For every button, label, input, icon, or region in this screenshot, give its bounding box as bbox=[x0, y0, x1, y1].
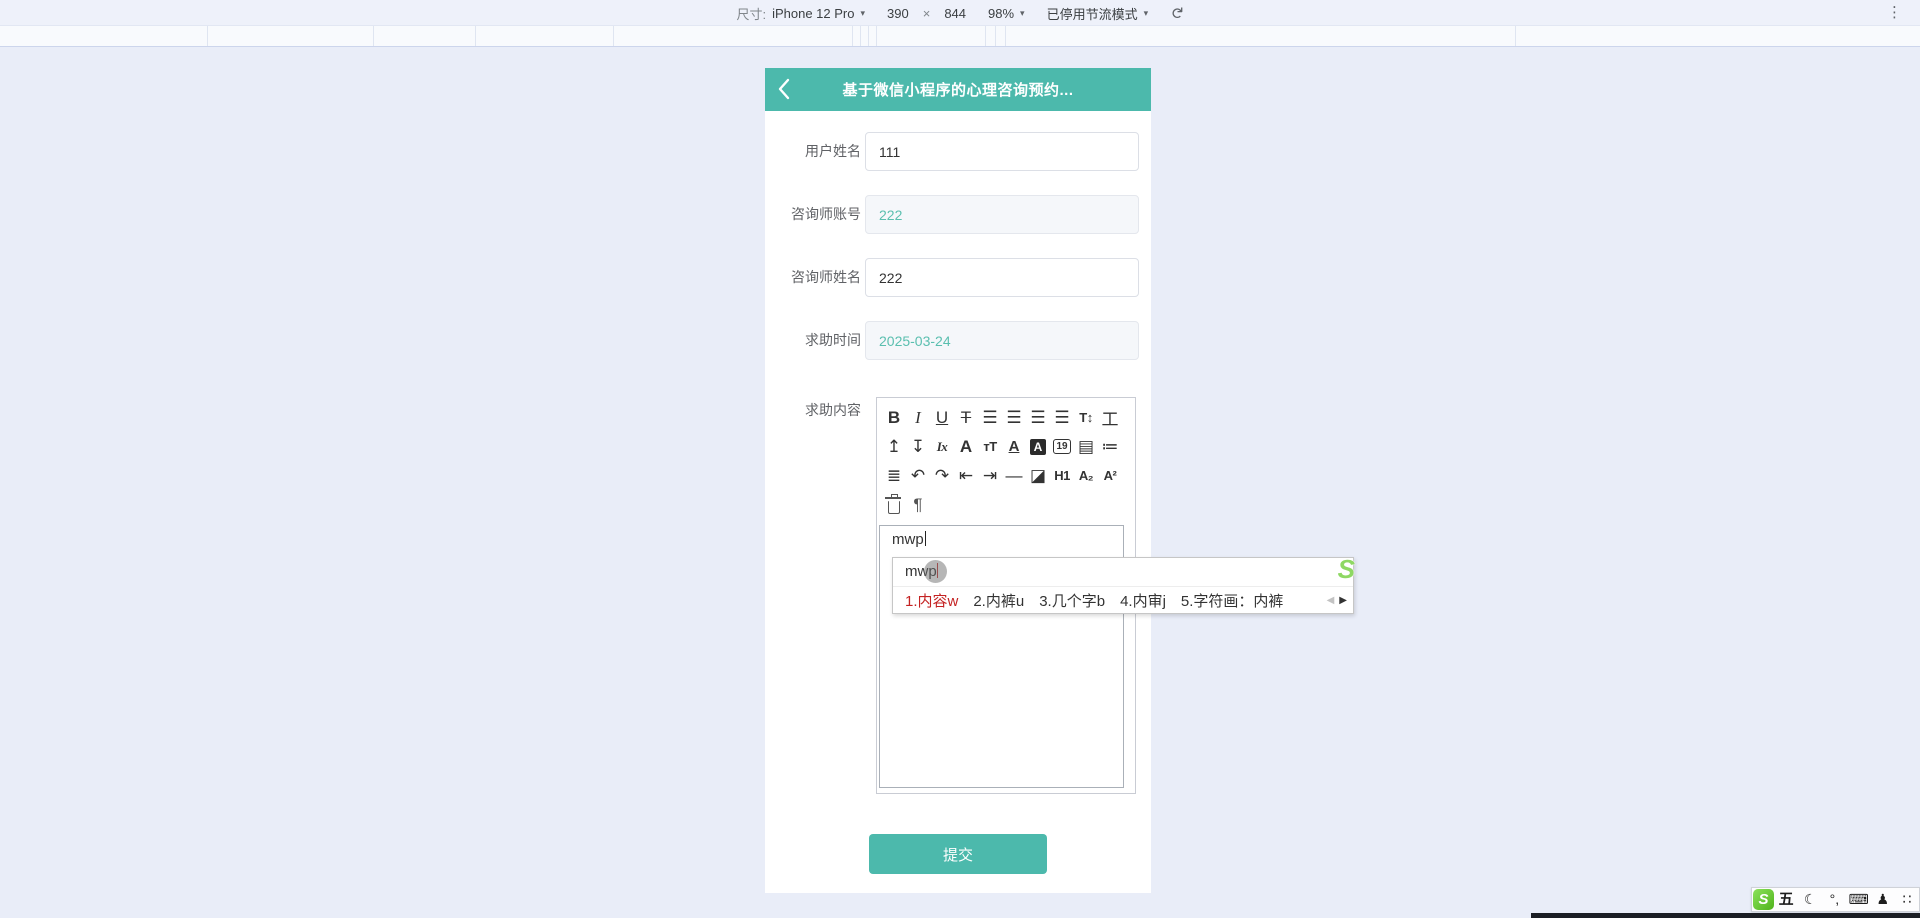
subscript-icon[interactable]: A₂ bbox=[1074, 463, 1098, 489]
font-color-icon[interactable]: A bbox=[1002, 434, 1026, 460]
outdent-icon[interactable]: ⇤ bbox=[954, 463, 978, 489]
zoom-select[interactable]: 98% ▾ bbox=[988, 6, 1025, 21]
ime-prev-page-icon[interactable]: ◀ bbox=[1327, 595, 1335, 606]
strikethrough-icon[interactable]: T bbox=[954, 405, 978, 431]
sogou-logo-icon: S bbox=[1337, 554, 1355, 584]
soft-keyboard-icon[interactable]: ⌨ bbox=[1847, 888, 1871, 911]
chevron-down-icon: ▾ bbox=[1020, 7, 1025, 18]
align-left-icon[interactable]: ☰ bbox=[978, 405, 1002, 431]
help-time-label: 求助时间 bbox=[805, 332, 861, 348]
wubi-mode-icon[interactable]: 五 bbox=[1774, 888, 1798, 911]
multiply-sign: × bbox=[922, 5, 931, 21]
punctuation-mode-icon[interactable]: °, bbox=[1822, 888, 1846, 911]
page-header: 基于微信小程序的心理咨询预约... bbox=[765, 68, 1151, 111]
chevron-down-icon: ▾ bbox=[860, 7, 866, 18]
trash-icon[interactable] bbox=[882, 492, 906, 518]
redo-icon[interactable]: ↷ bbox=[930, 463, 954, 489]
field-row-user-name: 用户姓名 bbox=[765, 132, 1151, 171]
undo-icon[interactable]: ↶ bbox=[906, 463, 930, 489]
counselor-name-label: 咨询师姓名 bbox=[791, 269, 861, 285]
devtools-device-toolbar: 尺寸: iPhone 12 Pro ▾ 390 × 844 98% ▾ 已停用节… bbox=[0, 0, 1920, 26]
chevron-down-icon: ▾ bbox=[1143, 7, 1149, 18]
size-label: 尺寸: bbox=[736, 6, 767, 22]
horizontal-rule-icon[interactable]: — bbox=[1002, 463, 1026, 489]
sogou-status-bar: S 五 ☾ °, ⌨ ♟ ∷ bbox=[1751, 887, 1920, 912]
heading-1-icon[interactable]: H1 bbox=[1050, 463, 1074, 489]
user-name-label: 用户姓名 bbox=[805, 143, 861, 159]
back-button[interactable] bbox=[777, 78, 797, 100]
ime-candidate-popup: mwp S 1.内容w 2.内裤u 3.几个字b 4.内审j 5.字符画：内裤 … bbox=[892, 554, 1355, 614]
letter-spacing-icon[interactable]: 工 bbox=[1098, 405, 1122, 431]
text-caret bbox=[924, 531, 926, 546]
font-size-icon[interactable]: A bbox=[954, 434, 978, 460]
taskbar-edge bbox=[1531, 913, 1920, 918]
ime-next-page-icon[interactable]: ▶ bbox=[1339, 595, 1347, 606]
help-time-input bbox=[865, 321, 1139, 360]
insert-date-icon[interactable]: 19 bbox=[1050, 434, 1074, 460]
background-color-icon[interactable]: A bbox=[1026, 434, 1050, 460]
align-right-icon[interactable]: ☰ bbox=[1026, 405, 1050, 431]
italic-icon[interactable]: I bbox=[906, 405, 930, 431]
viewport-height-field[interactable]: 844 bbox=[944, 6, 966, 21]
indent-top-icon[interactable]: ↥ bbox=[882, 434, 906, 460]
ime-candidate-5[interactable]: 5.字符画：内裤 bbox=[1181, 590, 1284, 611]
counselor-account-label: 咨询师账号 bbox=[791, 206, 861, 222]
font-family-icon[interactable]: тT bbox=[978, 434, 1002, 460]
bold-icon[interactable]: B bbox=[882, 405, 906, 431]
user-name-input[interactable] bbox=[865, 132, 1139, 171]
align-center-icon[interactable]: ☰ bbox=[1002, 405, 1026, 431]
chevron-left-icon bbox=[778, 78, 790, 100]
page-title: 基于微信小程序的心理咨询预约... bbox=[842, 82, 1074, 99]
clipboard-icon[interactable]: ▤ bbox=[1074, 434, 1098, 460]
throttling-label: 已停用节流模式 bbox=[1046, 6, 1138, 22]
device-select[interactable]: 尺寸: iPhone 12 Pro ▾ bbox=[736, 4, 865, 23]
editor-text: mwp bbox=[892, 531, 924, 548]
toolbox-icon[interactable]: ∷ bbox=[1895, 888, 1919, 911]
devtools-ruler-row bbox=[0, 26, 1920, 47]
touch-cursor bbox=[924, 560, 947, 583]
help-content-label: 求助内容 bbox=[805, 402, 861, 418]
field-row-counselor-name: 咨询师姓名 bbox=[765, 258, 1151, 297]
sogou-logo-icon[interactable]: S bbox=[1753, 889, 1774, 910]
ime-candidate-1[interactable]: 1.内容w bbox=[905, 590, 958, 611]
device-viewport: 基于微信小程序的心理咨询预约... 用户姓名 咨询师账号 咨询师姓名 求助时间 … bbox=[765, 68, 1151, 893]
rotate-viewport-icon[interactable]: ↻ bbox=[1167, 6, 1187, 19]
underline-icon[interactable]: U bbox=[930, 405, 954, 431]
device-name: iPhone 12 Pro bbox=[772, 5, 855, 21]
account-icon[interactable]: ♟ bbox=[1871, 888, 1895, 911]
counselor-account-input bbox=[865, 195, 1139, 234]
devtools-menu-icon[interactable]: ⋮ bbox=[1887, 3, 1902, 21]
numbered-list-icon[interactable]: ≣ bbox=[882, 463, 906, 489]
ime-candidate-4[interactable]: 4.内审j bbox=[1120, 590, 1166, 611]
align-justify-icon[interactable]: ☰ bbox=[1050, 405, 1074, 431]
line-height-icon[interactable]: T↕ bbox=[1074, 405, 1098, 431]
line-spacing-icon[interactable]: ↧ bbox=[906, 434, 930, 460]
throttling-select[interactable]: 已停用节流模式 ▾ bbox=[1047, 4, 1149, 23]
insert-image-icon[interactable]: ◪ bbox=[1026, 463, 1050, 489]
indent-icon[interactable]: ⇥ bbox=[978, 463, 1002, 489]
half-full-width-icon[interactable]: ☾ bbox=[1798, 888, 1822, 911]
ime-candidate-3[interactable]: 3.几个字b bbox=[1039, 590, 1105, 611]
counselor-name-input[interactable] bbox=[865, 258, 1139, 297]
bullet-list-icon[interactable]: ≔ bbox=[1098, 434, 1122, 460]
superscript-icon[interactable]: A² bbox=[1098, 463, 1122, 489]
paragraph-mark-icon[interactable]: ¶ bbox=[906, 492, 930, 518]
submit-button[interactable]: 提交 bbox=[869, 834, 1047, 874]
clear-format-icon[interactable]: Ix bbox=[930, 434, 954, 460]
field-row-counselor-account: 咨询师账号 bbox=[765, 195, 1151, 234]
viewport-width-field[interactable]: 390 bbox=[887, 6, 909, 21]
zoom-value: 98% bbox=[988, 5, 1015, 21]
field-row-help-time: 求助时间 bbox=[765, 321, 1151, 360]
ime-candidate-2[interactable]: 2.内裤u bbox=[973, 590, 1024, 611]
editor-toolbar: B I U T ☰ ☰ ☰ ☰ T↕ 工 ↥ ↧ Ix A тT A A 19 … bbox=[877, 398, 1135, 519]
ime-candidate-list: 1.内容w 2.内裤u 3.几个字b 4.内审j 5.字符画：内裤 ◀ ▶ bbox=[893, 586, 1353, 613]
